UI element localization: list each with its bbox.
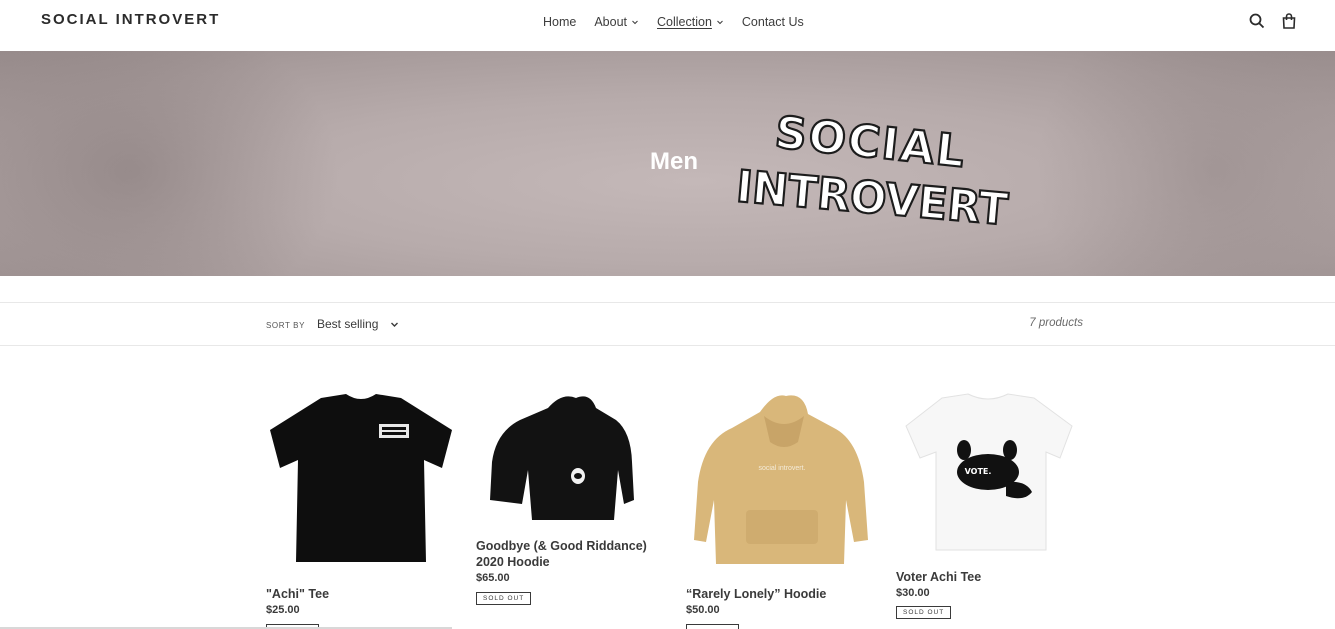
product-price: $25.00	[266, 604, 300, 616]
product-card[interactable]: VOTE. Voter Achi Tee $30.00 SOLD OUT	[896, 392, 1086, 629]
nav-item-collection[interactable]: Collection	[657, 14, 724, 30]
product-price: $50.00	[686, 604, 720, 616]
nav-label: Contact Us	[741, 15, 804, 29]
product-image: social introvert.	[694, 395, 868, 564]
header-icons	[1248, 12, 1298, 30]
nav-item-about[interactable]: About	[594, 14, 639, 30]
product-name: “Rarely Lonely” Hoodie	[686, 587, 827, 601]
chevron-down-icon	[717, 20, 723, 25]
sort-value: Best selling	[317, 317, 379, 331]
nav-item-contact[interactable]: Contact Us	[742, 14, 804, 30]
product-count: 7 products	[1029, 317, 1083, 329]
product-price: $30.00	[896, 587, 930, 599]
nav-label: About	[594, 15, 628, 29]
product-image: VOTE.	[905, 393, 1073, 551]
product-print-text: VOTE.	[965, 467, 992, 476]
product-card[interactable]: social introvert. “Rarely Lonely” Hoodie…	[686, 392, 876, 629]
product-card[interactable]: Goodbye (& Good Riddance) 2020 Hoodie $6…	[476, 392, 666, 612]
search-icon[interactable]	[1248, 12, 1266, 30]
site-header: SOCIAL INTROVERT Home About Collection C…	[0, 0, 1335, 51]
product-card[interactable]: "Achi" Tee $25.00	[266, 390, 456, 629]
collection-hero: SOCIAL INTROVERT Men	[0, 51, 1335, 276]
chevron-down-icon	[632, 20, 638, 25]
sort-label: SORT BY	[266, 321, 306, 330]
sort-select[interactable]: Best selling	[317, 317, 399, 331]
page-title: Men	[650, 148, 698, 175]
sold-out-badge: SOLD OUT	[476, 592, 532, 605]
product-name-line: 2020 Hoodie	[476, 555, 550, 569]
sold-out-badge	[686, 624, 739, 629]
chevron-down-icon	[391, 322, 399, 327]
product-image	[490, 396, 634, 520]
sold-out-badge: SOLD OUT	[896, 606, 952, 619]
product-name: "Achi" Tee	[266, 587, 330, 601]
filter-bar: SORT BY Best selling 7 products	[0, 302, 1335, 346]
product-image	[270, 394, 452, 562]
product-name-line: Goodbye (& Good Riddance)	[476, 539, 647, 553]
nav-label: Collection	[657, 15, 712, 29]
nav-label: Home	[543, 15, 577, 29]
product-name: Voter Achi Tee	[896, 570, 982, 584]
cart-icon[interactable]	[1280, 12, 1298, 30]
svg-text:social introvert.: social introvert.	[758, 465, 805, 472]
site-logo[interactable]: SOCIAL INTROVERT	[41, 11, 220, 28]
nav-item-home[interactable]: Home	[543, 14, 576, 30]
product-name: Goodbye (& Good Riddance) 2020 Hoodie	[476, 538, 676, 570]
product-price: $65.00	[476, 572, 510, 584]
main-nav: Home About Collection Contact Us	[543, 14, 822, 30]
